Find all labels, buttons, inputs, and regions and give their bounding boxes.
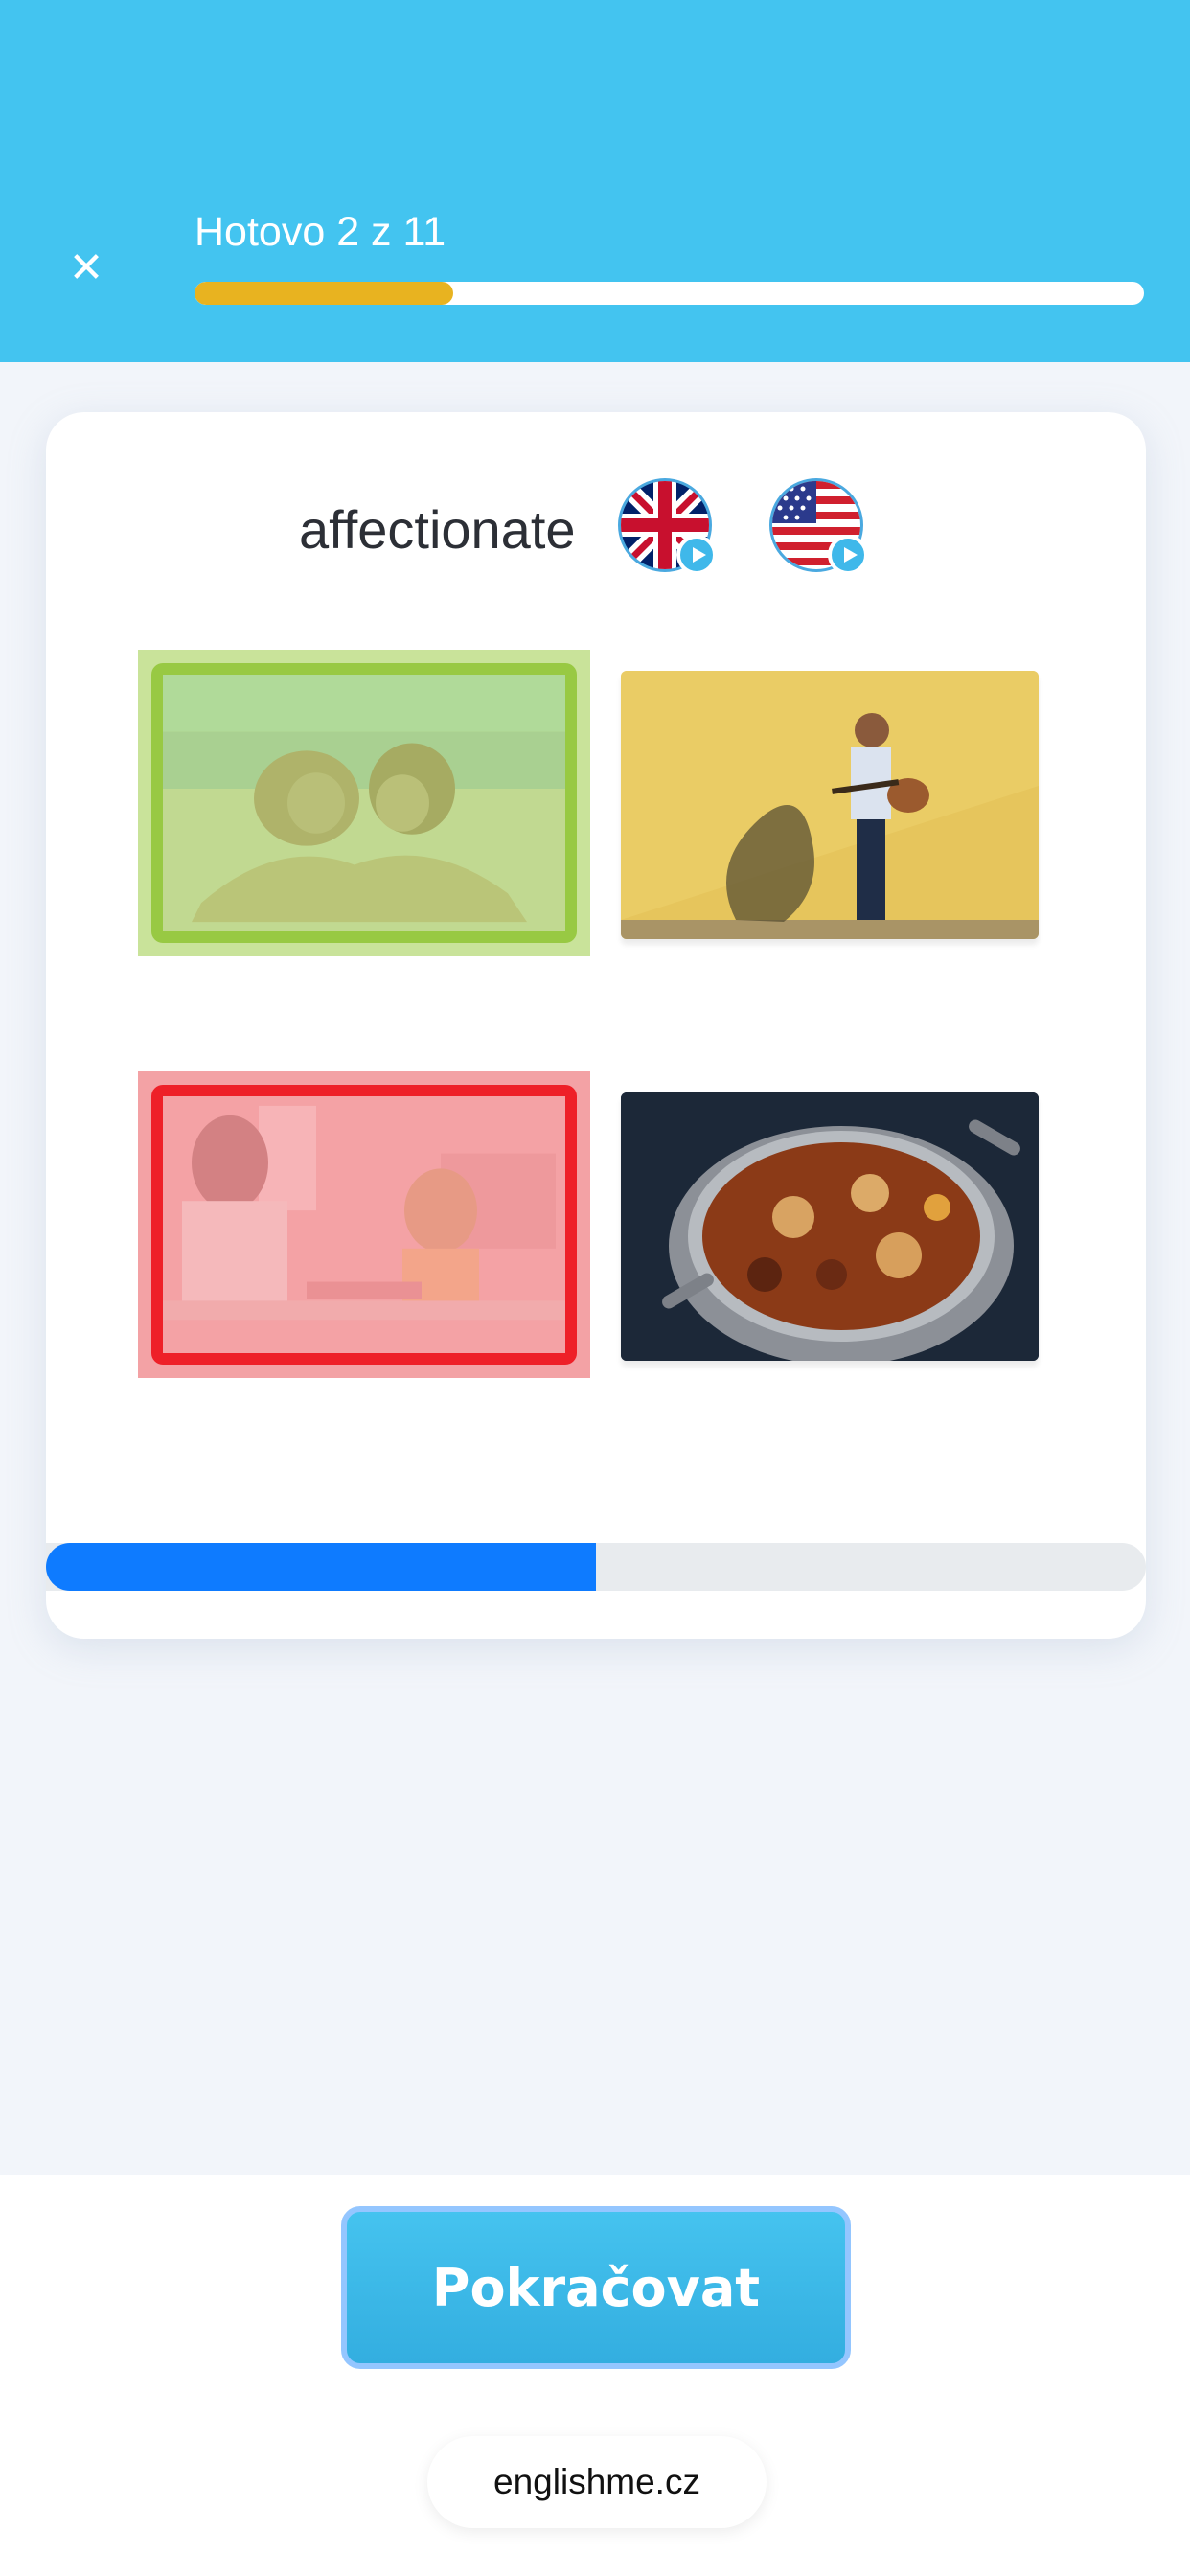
lesson-progress-bar [195, 282, 1144, 305]
bottom-bar: Pokračovat englishme.cz [0, 2175, 1190, 2576]
answer-option-wrong[interactable] [138, 1071, 590, 1378]
exercise-card: affectionate [46, 412, 1146, 1639]
wrong-highlight [151, 1085, 577, 1365]
man-with-guitar-photo [621, 671, 1039, 939]
continue-button[interactable]: Pokračovat [341, 2206, 851, 2369]
uk-flag-icon[interactable] [617, 477, 717, 575]
close-icon[interactable]: ✕ [59, 242, 113, 295]
us-flag-icon[interactable] [768, 477, 868, 575]
answer-option-stew[interactable] [621, 1092, 1039, 1361]
answer-option-guitar[interactable] [621, 671, 1039, 939]
answer-timer-bar [46, 1543, 1146, 1591]
answer-option-correct[interactable] [138, 650, 590, 956]
site-link[interactable]: englishme.cz [427, 2436, 767, 2528]
answer-timer-fill [46, 1543, 596, 1591]
correct-highlight [151, 663, 577, 943]
lesson-progress-fill [195, 282, 454, 305]
play-icon [828, 535, 868, 575]
play-icon [676, 535, 717, 575]
word-row: affectionate [46, 477, 1146, 583]
stew-pot-photo [621, 1092, 1039, 1361]
target-word: affectionate [299, 499, 576, 560]
top-bar: ✕ Hotovo 2 z 11 [0, 0, 1190, 362]
lesson-progress-label: Hotovo 2 z 11 [195, 209, 446, 255]
